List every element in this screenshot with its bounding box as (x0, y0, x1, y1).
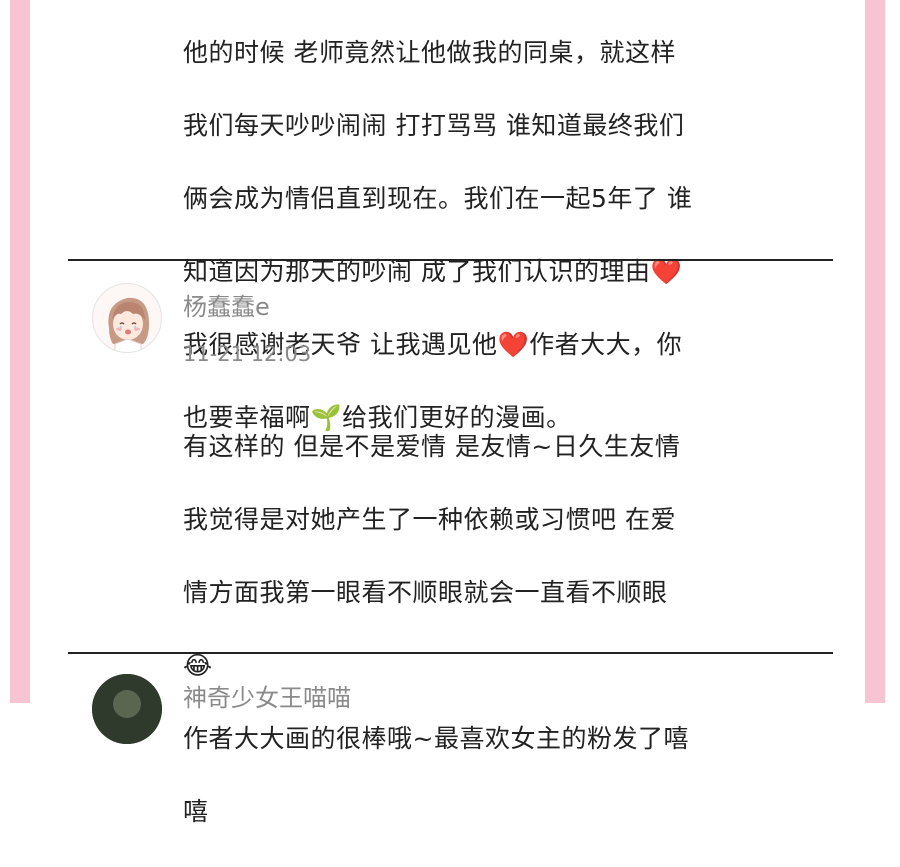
comment-divider (68, 652, 833, 654)
user-avatar[interactable] (92, 674, 162, 744)
right-pink-border (865, 0, 885, 703)
username[interactable]: 杨蠢蠢e (183, 287, 270, 322)
comment-line: 我们每天吵吵闹闹 打打骂骂 谁知道最终我们 (183, 110, 685, 140)
anime-girl-avatar-icon (108, 297, 149, 352)
comment-line: 嘻 (183, 796, 209, 826)
comment-divider (68, 259, 833, 261)
comment-body: 有这样的 但是不是爱情 是友情~日久生友情 我觉得是对她产生了一种依赖或习惯吧 … (183, 392, 833, 867)
photo-avatar-icon (92, 674, 162, 744)
comment-timestamp: 11-21 12:03 (183, 342, 312, 366)
comment-line: 俩会成为情侣直到现在。我们在一起5年了 谁 (183, 183, 693, 213)
username[interactable]: 神奇少女王喵喵 (183, 678, 351, 713)
comment-line: 情方面我第一眼看不顺眼就会一直看不顺眼 (183, 577, 668, 607)
comment-line: 有这样的 但是不是爱情 是友情~日久生友情 (183, 431, 681, 461)
comment-line: 作者大大画的很棒哦~最喜欢女主的粉发了嘻 (183, 723, 689, 753)
left-pink-border (10, 0, 30, 703)
comment-line: 我觉得是对她产生了一种依赖或习惯吧 在爱 (183, 504, 676, 534)
user-avatar[interactable] (92, 283, 162, 353)
comment-line: 他的时候 老师竟然让他做我的同桌，就这样 (183, 37, 676, 67)
